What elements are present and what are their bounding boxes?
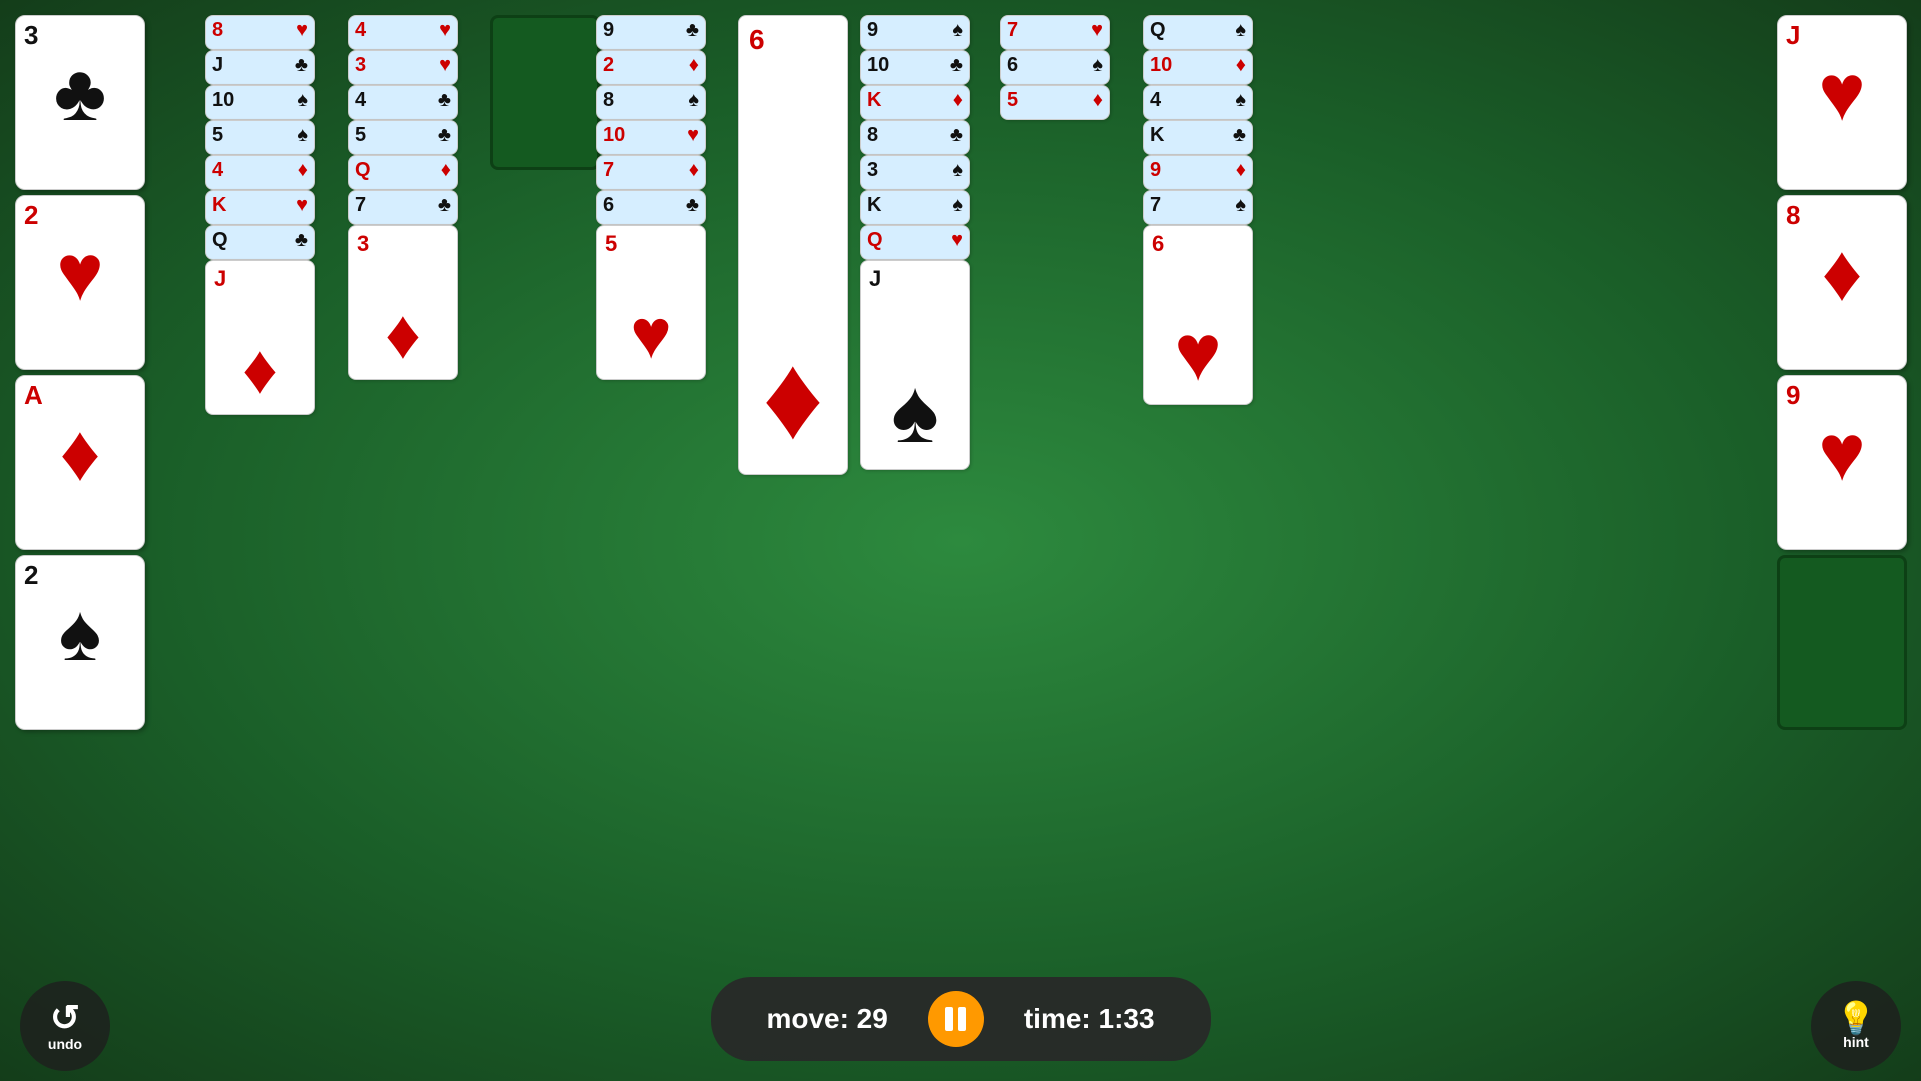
c8-10d[interactable]: 10♦ [1143, 50, 1253, 85]
c7-5d[interactable]: 5♦ [1000, 85, 1110, 120]
c8-Kc[interactable]: K♣ [1143, 120, 1253, 155]
pause-icon [945, 1007, 966, 1031]
card-Kh[interactable]: K♥ [205, 190, 315, 225]
c4-6c[interactable]: 6♣ [596, 190, 706, 225]
c6-8c[interactable]: 8♣ [860, 120, 970, 155]
game-table: 3 ♣ 2 ♥ A ♦ 2 ♠ J ♥ 8 ♦ 9 ♥ 8♥ J♣ [0, 0, 1921, 1081]
c4-2d[interactable]: 2♦ [596, 50, 706, 85]
undo-button[interactable]: ↺ undo [20, 981, 110, 1071]
right-card-9hearts[interactable]: 9 ♥ [1777, 375, 1907, 550]
c6-3s[interactable]: 3♠ [860, 155, 970, 190]
c6-Ks[interactable]: K♠ [860, 190, 970, 225]
left-card-Adiamonds[interactable]: A ♦ [15, 375, 145, 550]
column-7: 7♥ 6♠ 5♦ [1000, 15, 1110, 265]
c6-9s[interactable]: 9♠ [860, 15, 970, 50]
column-1: 8♥ J♣ 10♠ 5♠ 4♦ K♥ Q♣ J ♦ [205, 15, 315, 305]
c4-5h-full[interactable]: 5 ♥ [596, 225, 706, 380]
c8-4s[interactable]: 4♠ [1143, 85, 1253, 120]
column-2: 4♥ 3♥ 4♣ 5♣ Q♦ 7♣ 3 ♦ [348, 15, 458, 265]
bottom-bar: move: 29 time: 1:33 [711, 977, 1211, 1061]
time-counter: time: 1:33 [1024, 1003, 1155, 1035]
undo-label: undo [48, 1036, 82, 1052]
card-8h[interactable]: 8♥ [205, 15, 315, 50]
c2-3h[interactable]: 3♥ [348, 50, 458, 85]
c2-4h[interactable]: 4♥ [348, 15, 458, 50]
c4-8s[interactable]: 8♠ [596, 85, 706, 120]
c8-6h-full[interactable]: 6 ♥ [1143, 225, 1253, 405]
c2-4c[interactable]: 4♣ [348, 85, 458, 120]
hint-label: hint [1843, 1034, 1869, 1050]
pause-button[interactable] [928, 991, 984, 1047]
column-4: 9♣ 2♦ 8♠ 10♥ 7♦ 6♣ 5 ♥ [596, 15, 706, 385]
c6-Qh[interactable]: Q♥ [860, 225, 970, 260]
c8-9d[interactable]: 9♦ [1143, 155, 1253, 190]
left-card-2spades[interactable]: 2 ♠ [15, 555, 145, 730]
c2-3d-full[interactable]: 3 ♦ [348, 225, 458, 380]
left-card-2hearts[interactable]: 2 ♥ [15, 195, 145, 370]
hint-icon: 💡 [1836, 1002, 1876, 1034]
card-4d[interactable]: 4♦ [205, 155, 315, 190]
column-3-empty[interactable] [490, 15, 600, 170]
c7-6s[interactable]: 6♠ [1000, 50, 1110, 85]
c2-7c[interactable]: 7♣ [348, 190, 458, 225]
left-card-3clubs[interactable]: 3 ♣ [15, 15, 145, 190]
undo-icon: ↺ [50, 1000, 80, 1036]
right-card-8diamonds[interactable]: 8 ♦ [1777, 195, 1907, 370]
c4-7d[interactable]: 7♦ [596, 155, 706, 190]
column-6: 9♠ 10♣ K♦ 8♣ 3♠ K♠ Q♥ J ♠ [860, 15, 970, 405]
c6-Kd[interactable]: K♦ [860, 85, 970, 120]
c8-7s[interactable]: 7♠ [1143, 190, 1253, 225]
c7-7h[interactable]: 7♥ [1000, 15, 1110, 50]
move-counter: move: 29 [766, 1003, 887, 1035]
c2-Qd[interactable]: Q♦ [348, 155, 458, 190]
c4-10h[interactable]: 10♥ [596, 120, 706, 155]
c4-9c[interactable]: 9♣ [596, 15, 706, 50]
c6-Js-full[interactable]: J ♠ [860, 260, 970, 470]
right-card-Jhearts[interactable]: J ♥ [1777, 15, 1907, 190]
card-10s[interactable]: 10♠ [205, 85, 315, 120]
c8-Qs[interactable]: Q♠ [1143, 15, 1253, 50]
c6-10c[interactable]: 10♣ [860, 50, 970, 85]
card-Jd-full[interactable]: J ♦ [205, 260, 315, 415]
card-Qc[interactable]: Q♣ [205, 225, 315, 260]
hint-button[interactable]: 💡 hint [1811, 981, 1901, 1071]
c5-6d-full[interactable]: 6 ♦ [738, 15, 848, 475]
c2-5c[interactable]: 5♣ [348, 120, 458, 155]
right-empty-slot [1777, 555, 1907, 730]
card-5s[interactable]: 5♠ [205, 120, 315, 155]
card-Jc[interactable]: J♣ [205, 50, 315, 85]
column-8: Q♠ 10♦ 4♠ K♣ 9♦ 7♠ 6 ♥ [1143, 15, 1253, 385]
column-5: 6 ♦ [738, 15, 848, 475]
